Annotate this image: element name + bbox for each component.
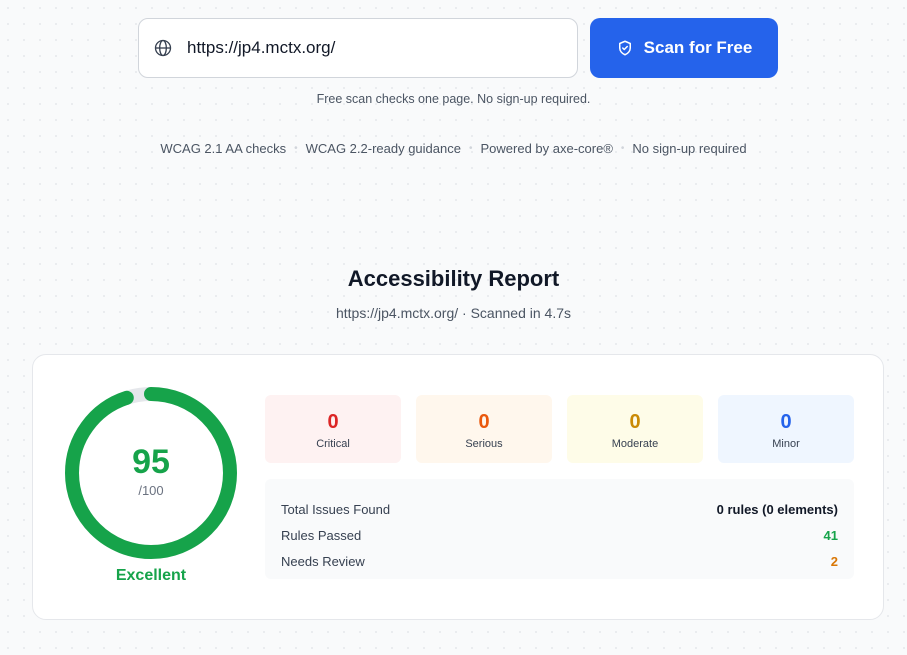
feature-wcag21: WCAG 2.1 AA checks <box>160 141 287 156</box>
globe-icon <box>154 39 172 57</box>
separator-dot: • <box>620 143 625 154</box>
rules-passed-label: Rules Passed <box>281 527 362 543</box>
score-max: /100 <box>138 483 164 498</box>
url-input[interactable] <box>187 38 567 58</box>
feature-axe-core: Powered by axe-core® <box>480 141 613 156</box>
total-issues-value: 0 rules (0 elements) <box>716 501 838 517</box>
summary-panel: Total Issues Found 0 rules (0 elements) … <box>265 479 854 579</box>
separator-dot: • <box>468 143 473 154</box>
needs-review-value: 2 <box>830 553 838 569</box>
shield-check-icon <box>618 40 631 56</box>
url-field[interactable] <box>138 18 578 78</box>
report-subtitle: https://jp4.mctx.org/ · Scanned in 4.7s <box>335 305 571 321</box>
critical-tile: 0 Critical <box>265 395 401 463</box>
score-rating: Excellent <box>115 567 187 584</box>
summary-row-total: Total Issues Found 0 rules (0 elements) <box>281 496 838 522</box>
minor-tile: 0 Minor <box>718 395 854 463</box>
scan-button[interactable]: Scan for Free <box>590 18 778 78</box>
moderate-count: 0 <box>629 411 641 433</box>
minor-label: Minor <box>772 438 800 450</box>
critical-count: 0 <box>327 411 339 433</box>
serious-label: Serious <box>465 438 503 450</box>
feature-list: WCAG 2.1 AA checks • WCAG 2.2-ready guid… <box>0 141 907 156</box>
minor-count: 0 <box>780 411 792 433</box>
feature-no-signup: No sign-up required <box>632 141 747 156</box>
needs-review-label: Needs Review <box>281 553 365 569</box>
separator-dot: • <box>294 143 298 154</box>
total-issues-label: Total Issues Found <box>281 501 391 517</box>
serious-count: 0 <box>478 411 490 433</box>
score-value: 95 <box>132 443 170 481</box>
rules-passed-value: 41 <box>823 527 838 543</box>
critical-label: Critical <box>316 438 350 450</box>
moderate-tile: 0 Moderate <box>567 395 703 463</box>
scan-form: Scan for Free <box>138 18 778 78</box>
scan-note: Free scan checks one page. No sign-up re… <box>316 92 591 106</box>
feature-wcag22: WCAG 2.2-ready guidance <box>305 141 461 156</box>
summary-row-passed: Rules Passed 41 <box>281 522 838 548</box>
serious-tile: 0 Serious <box>416 395 552 463</box>
moderate-label: Moderate <box>611 438 659 450</box>
report-title: Accessibility Report <box>347 266 560 291</box>
summary-row-review: Needs Review 2 <box>281 548 838 574</box>
scan-button-label: Scan for Free <box>643 38 753 57</box>
report-card: 95 /100 Excellent 0 Critical 0 Serious 0… <box>32 354 884 620</box>
